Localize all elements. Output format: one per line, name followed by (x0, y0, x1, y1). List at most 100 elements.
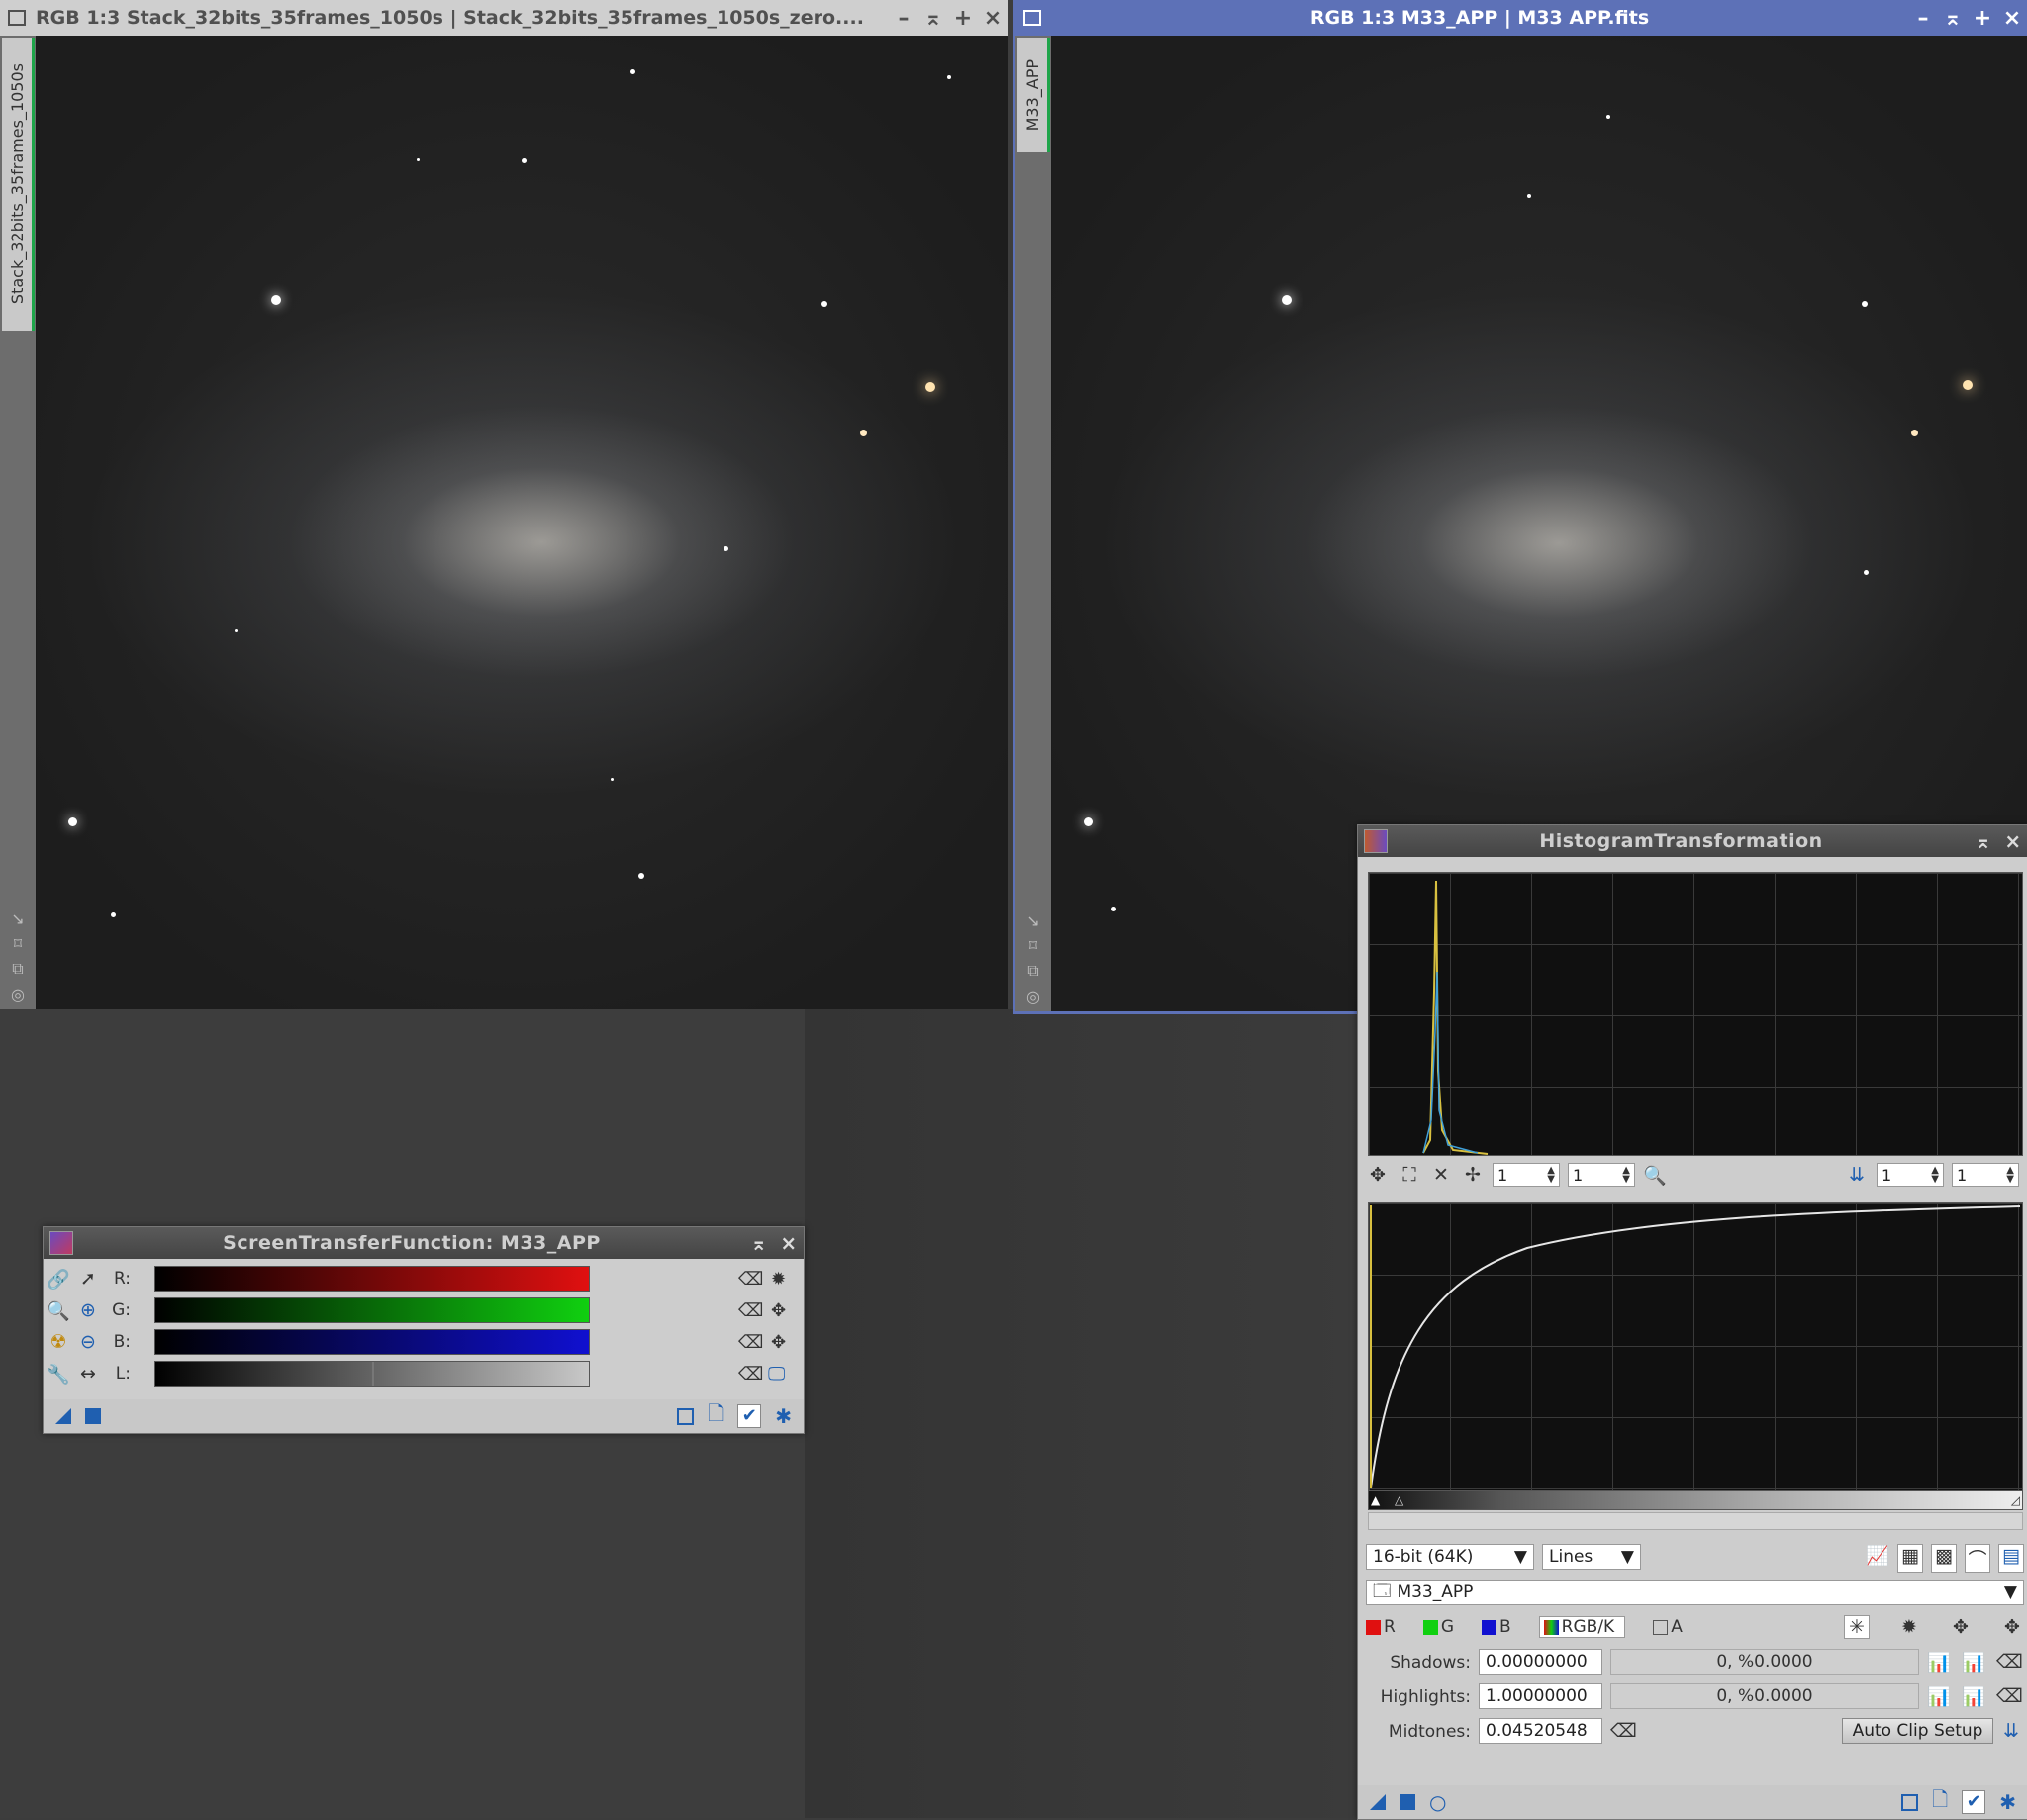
pan-icon[interactable]: ✢ (1461, 1164, 1485, 1186)
zoom-plus-icon[interactable]: ⊕ (73, 1299, 103, 1321)
resolution-select[interactable]: 16-bit (64K) ▼ (1366, 1544, 1534, 1570)
apply-icon[interactable]: ✔ (737, 1404, 762, 1428)
spin-arrows-icon[interactable]: ▲ ▼ (1931, 1166, 1939, 1185)
reset-midtones-icon[interactable]: ⌫ (1610, 1720, 1637, 1742)
reset-g-icon[interactable]: ⌫ (738, 1300, 763, 1321)
link-icon[interactable]: ⌑ (14, 934, 22, 953)
horizontal-scrollbar[interactable] (1368, 1512, 2023, 1530)
reset-r-icon[interactable]: ⌫ (738, 1269, 763, 1290)
reset-l-icon[interactable]: ⌫ (738, 1364, 763, 1385)
identifier-tab[interactable]: Stack_32bits_35frames_1050s (2, 38, 35, 331)
zoom-out-icon[interactable]: ⊖ (73, 1331, 103, 1353)
preview-icon[interactable] (677, 1407, 695, 1425)
graph-style-select[interactable]: Lines ▼ (1542, 1544, 1641, 1570)
highlights-handle-icon[interactable]: ◿ (2011, 1493, 2020, 1507)
chevron-down-icon[interactable]: ▼ (2004, 1582, 2017, 1602)
move-icon[interactable]: ✥ (1366, 1164, 1390, 1186)
midtone-gradient-bar[interactable]: ▲ △ ◿ (1368, 1490, 2023, 1510)
window-titlebar[interactable]: RGB 1:3 Stack_32bits_35frames_1050s | St… (0, 0, 1008, 36)
channel-g[interactable]: G (1422, 1617, 1454, 1637)
clone-icon[interactable]: ⧉ (12, 959, 23, 979)
pan-icon[interactable]: ↔ (73, 1363, 103, 1385)
auto-clip-icon[interactable]: ✹ (1897, 1616, 1921, 1638)
render-histogram-icon[interactable]: ▦ (1897, 1544, 1923, 1573)
h-zoom-input[interactable]: 1 ▲ ▼ (1493, 1163, 1560, 1187)
window-titlebar[interactable]: RGB 1:3 M33_APP | M33 APP.fits – ⌅ + × (1015, 0, 2027, 36)
spin-arrows-icon[interactable]: ▲ ▼ (1622, 1166, 1630, 1185)
channel-rgbk[interactable]: RGB/K (1538, 1616, 1626, 1638)
transfer-curve-icon[interactable]: ⌒ (1965, 1544, 1990, 1573)
blue-channel-slider[interactable] (154, 1329, 590, 1355)
reset-highlights-icon[interactable]: ⌫ (1996, 1685, 2023, 1707)
close-button[interactable]: × (1998, 829, 2027, 853)
auto-clip-highlights-icon[interactable]: 📊 (1962, 1685, 1985, 1708)
stf-titlebar[interactable]: ScreenTransferFunction: M33_APP ⌅ × (44, 1227, 804, 1259)
v-zoom-input[interactable]: 1 ▲ ▼ (1568, 1163, 1635, 1187)
histogram-output-graph[interactable] (1368, 1202, 2023, 1491)
real-time-preview-icon[interactable]: ○ (1429, 1790, 1446, 1814)
link-icon[interactable]: ⌑ (1029, 936, 1037, 955)
collapse-icon[interactable]: ⇊ (1999, 1720, 2023, 1742)
shadows-input[interactable]: 0.00000000 (1479, 1649, 1602, 1675)
grid-icon[interactable]: ▤ (1998, 1544, 2024, 1573)
chevron-down-icon[interactable]: ▼ (1514, 1547, 1527, 1567)
new-instance-icon[interactable] (55, 1408, 71, 1424)
output-h-zoom-input[interactable]: 1 ▲ ▼ (1877, 1163, 1944, 1187)
identifier-tab[interactable]: M33_APP (1017, 38, 1050, 152)
channel-b[interactable]: B (1482, 1617, 1511, 1637)
view-select[interactable]: 🗔 M33_APP ▼ (1366, 1580, 2024, 1605)
minimize-button[interactable]: – (1908, 6, 1938, 31)
reset-icon[interactable]: ✱ (1999, 1790, 2016, 1814)
auto-clip-shadows-icon[interactable]: 📊 (1962, 1651, 1985, 1674)
edit-mode-icon[interactable]: ➚ (73, 1268, 103, 1290)
galaxy-image[interactable] (37, 36, 1008, 1009)
log-scale-icon[interactable]: 📈 (1866, 1544, 1889, 1573)
display-icon[interactable]: 🖵 (768, 1364, 785, 1385)
close-button[interactable]: × (978, 6, 1008, 31)
radiation-icon[interactable]: ☢ (44, 1331, 73, 1353)
auto-zero-shadows-icon[interactable]: 📊 (1927, 1651, 1951, 1674)
reset-b-icon[interactable]: ⌫ (738, 1332, 763, 1353)
zoom-in-icon[interactable]: 🔍 (44, 1299, 73, 1322)
target-icon[interactable]: ◎ (1026, 987, 1040, 1006)
documentation-icon[interactable]: 🗋 (708, 1399, 724, 1433)
fit-view-icon[interactable]: ⛶ (1398, 1164, 1421, 1186)
auto-clip-setup-button[interactable]: Auto Clip Setup (1842, 1718, 1993, 1744)
expand-icon[interactable]: ↘ (11, 910, 24, 928)
channel-a[interactable]: A (1653, 1617, 1683, 1637)
highlights-input[interactable]: 1.00000000 (1479, 1683, 1602, 1709)
auto-shadows-icon[interactable]: ✥ (1949, 1616, 1973, 1638)
output-v-zoom-input[interactable]: 1 ▲ ▼ (1952, 1163, 2019, 1187)
spin-arrows-icon[interactable]: ▲ ▼ (2006, 1166, 2014, 1185)
histogram-input-graph[interactable] (1368, 872, 2023, 1156)
auto-stretch-b-icon[interactable]: ✥ (771, 1332, 786, 1353)
shade-button[interactable]: ⌅ (1938, 6, 1968, 31)
auto-zero-highlights-icon[interactable]: 📊 (1927, 1685, 1951, 1708)
close-button[interactable]: × (774, 1231, 804, 1255)
zoom-icon[interactable]: 🔍 (1643, 1164, 1667, 1187)
shrink-icon[interactable]: ✕ (1429, 1164, 1453, 1186)
auto-highlights-icon[interactable]: ✥ (2000, 1616, 2024, 1638)
preview-icon[interactable] (1901, 1793, 1919, 1811)
reset-shadows-icon[interactable]: ⌫ (1996, 1651, 2023, 1673)
spin-arrows-icon[interactable]: ▲ ▼ (1547, 1166, 1555, 1185)
ht-titlebar[interactable]: HistogramTransformation ⌅ × (1358, 825, 2027, 857)
maximize-button[interactable]: + (1968, 6, 1997, 31)
shade-button[interactable]: ⌅ (1969, 829, 1998, 853)
close-button[interactable]: × (1997, 6, 2027, 31)
midtones-input[interactable]: 0.04520548 (1479, 1718, 1602, 1744)
auto-zero-icon[interactable]: ✳ (1844, 1615, 1870, 1639)
channel-r[interactable]: R (1366, 1617, 1396, 1637)
chevron-down-icon[interactable]: ▼ (1621, 1547, 1634, 1567)
stf-window[interactable]: ScreenTransferFunction: M33_APP ⌅ × 🔗 ➚ … (43, 1226, 805, 1434)
midtones-handle-icon[interactable]: △ (1395, 1493, 1403, 1507)
link-channels-icon[interactable]: 🔗 (44, 1268, 73, 1291)
shade-button[interactable]: ⌅ (744, 1231, 774, 1255)
image-window-stack[interactable]: RGB 1:3 Stack_32bits_35frames_1050s | St… (0, 0, 1008, 1009)
collapse-icon[interactable]: ⇊ (1845, 1164, 1869, 1186)
new-instance-icon[interactable] (1370, 1794, 1386, 1810)
render-curve-icon[interactable]: ▩ (1931, 1544, 1957, 1573)
apply-global-icon[interactable] (85, 1408, 101, 1424)
auto-stretch-g-icon[interactable]: ✥ (771, 1300, 786, 1321)
green-channel-slider[interactable] (154, 1297, 590, 1323)
